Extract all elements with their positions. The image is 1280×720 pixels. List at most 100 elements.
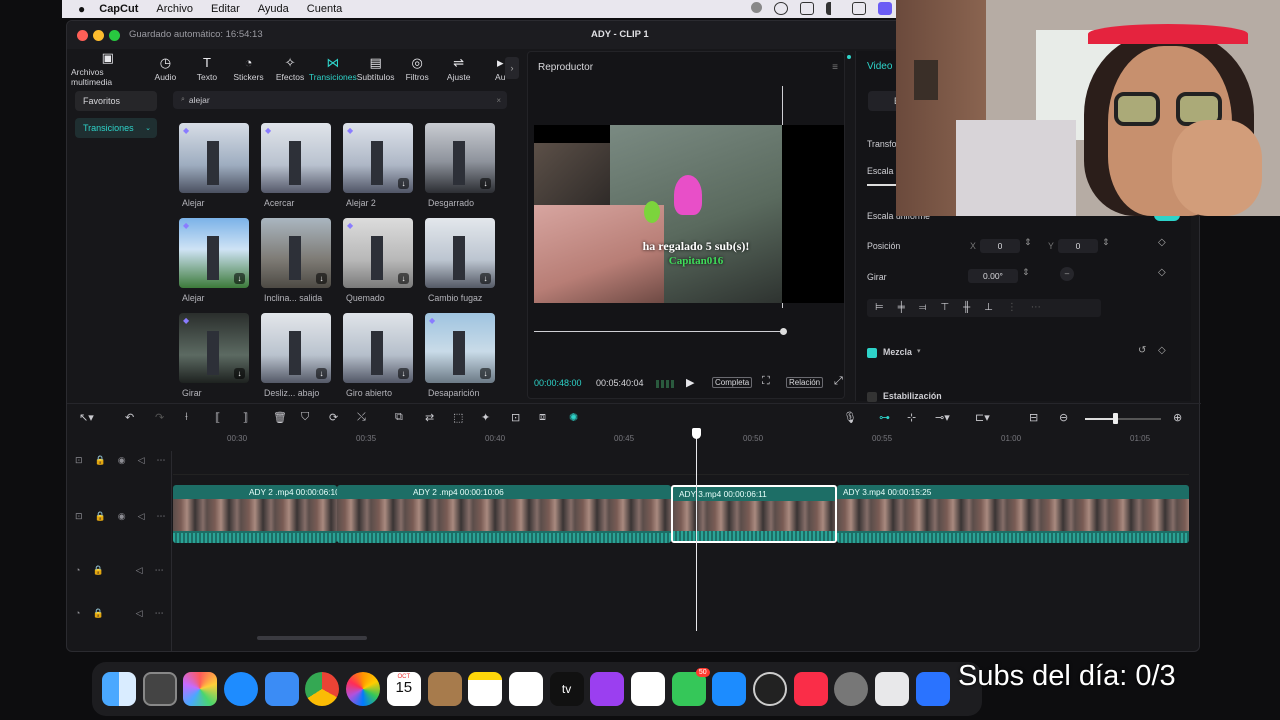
menu-archivo[interactable]: Archivo xyxy=(156,3,193,15)
transition-thumbnail[interactable]: ◆ ↓ xyxy=(425,313,495,383)
launchpad-icon[interactable] xyxy=(183,672,218,706)
microphone-icon[interactable]: 🎙 xyxy=(843,411,857,424)
display-icon[interactable] xyxy=(852,2,866,15)
fullscreen-icon[interactable]: ⤢ xyxy=(834,375,843,388)
transition-card[interactable]: ↓ Giro abierto xyxy=(343,313,413,398)
toolbar-tab-transitions[interactable]: ⋈ Transiciones xyxy=(309,51,357,87)
apple-tv-icon[interactable]: tv xyxy=(549,672,584,706)
speed-icon[interactable]: ⤯ xyxy=(357,411,366,424)
crop-icon[interactable]: ⟳ xyxy=(329,411,338,424)
vpn-icon[interactable] xyxy=(800,2,814,15)
fit-icon[interactable]: ⊟ xyxy=(1029,411,1038,424)
play-button[interactable]: ▶ xyxy=(686,376,694,389)
position-x-input[interactable]: 0 xyxy=(980,239,1020,253)
transition-card[interactable]: ◆ Acercar xyxy=(261,123,331,208)
download-icon[interactable]: ↓ xyxy=(316,368,327,379)
linkage-icon[interactable]: ⊸▾ xyxy=(935,411,950,424)
preview-axis-icon[interactable]: ⊏▾ xyxy=(975,411,990,424)
audio-track-icon[interactable]: ◔ xyxy=(75,608,80,618)
close-window-button[interactable] xyxy=(77,30,88,41)
x-stepper-icon[interactable]: ⇕ xyxy=(1024,237,1032,248)
transition-thumbnail[interactable]: ↓ xyxy=(261,313,331,383)
timeline-clip[interactable]: ADY 2 .mp4 00:00:06:10 xyxy=(173,485,337,543)
sidebar-item-transitions[interactable]: Transiciones ⌄ xyxy=(75,118,157,138)
transition-thumbnail[interactable]: ◆ ↓ xyxy=(343,218,413,288)
toolbar-tab-media[interactable]: ▣ Archivos multimedia xyxy=(71,51,145,88)
zoom-slider-handle[interactable] xyxy=(1113,413,1118,424)
mute-icon[interactable]: ◁ xyxy=(138,511,145,522)
photos-icon[interactable] xyxy=(346,672,381,706)
blend-chevron-icon[interactable]: ▾ xyxy=(917,347,921,355)
menu-editar[interactable]: Editar xyxy=(211,3,240,15)
playhead-handle[interactable] xyxy=(692,428,701,439)
blend-checkbox[interactable] xyxy=(867,348,877,358)
obs-icon[interactable] xyxy=(753,672,787,706)
music-icon[interactable] xyxy=(793,672,828,706)
rotate-stepper-icon[interactable]: ⇕ xyxy=(1022,267,1030,278)
transition-thumbnail[interactable]: ◆ ↓ xyxy=(179,313,249,383)
caption-icon[interactable]: ⊡ xyxy=(511,411,520,424)
transition-thumbnail[interactable]: ◆ xyxy=(261,123,331,193)
transition-thumbnail[interactable]: ◆ ↓ xyxy=(343,123,413,193)
timeline-clip[interactable]: ADY 3.mp4 00:00:15:25 xyxy=(837,485,1189,543)
align-right-icon[interactable]: ⫤ xyxy=(919,302,927,314)
download-icon[interactable]: ↓ xyxy=(316,273,327,284)
download-icon[interactable]: ↓ xyxy=(398,273,409,284)
cover-icon[interactable]: ⊡ xyxy=(75,455,83,466)
split-left-icon[interactable]: ⟦ xyxy=(215,411,220,424)
minimize-window-button[interactable] xyxy=(93,30,104,41)
search-input[interactable]: ⌕ alejar × xyxy=(173,91,507,109)
notes-icon[interactable] xyxy=(468,672,503,706)
align-left-icon[interactable]: ⊨ xyxy=(875,302,884,314)
align-center-v-icon[interactable]: ╫ xyxy=(963,302,970,314)
calculator-icon[interactable] xyxy=(142,672,177,706)
transition-card[interactable]: ◆ ↓ Quemado xyxy=(343,218,413,303)
transition-card[interactable]: ↓ Cambio fugaz xyxy=(425,218,495,303)
download-icon[interactable]: ↓ xyxy=(398,178,409,189)
timeline-ruler[interactable]: 00:30 00:35 00:40 00:45 00:50 00:55 01:00 01:05 xyxy=(171,431,1201,451)
transition-card[interactable]: ◆ ↓ Desaparición xyxy=(425,313,495,398)
transition-thumbnail[interactable]: ↓ xyxy=(261,218,331,288)
sidebar-item-favorites[interactable]: Favoritos xyxy=(75,91,157,111)
ratio-button[interactable]: Relación xyxy=(786,377,824,388)
eye-icon[interactable]: ◉ xyxy=(118,455,126,466)
toolbar-tab-filters[interactable]: ◎ Filtros xyxy=(396,51,438,87)
messages-icon[interactable]: 50 xyxy=(671,668,710,706)
toolbar-tab-adjust[interactable]: ⇌ Ajuste xyxy=(438,51,480,87)
podcasts-icon[interactable] xyxy=(590,672,625,706)
split-right-icon[interactable]: ⟧ xyxy=(243,411,248,424)
scale-slider[interactable] xyxy=(867,184,897,186)
mute-icon[interactable]: ◁ xyxy=(138,455,145,466)
record-icon[interactable] xyxy=(751,2,762,13)
toolbar-tab-sticker[interactable]: ◔ Stickers xyxy=(228,51,270,87)
download-icon[interactable]: ↓ xyxy=(234,368,245,379)
toolbar-tab-effects[interactable]: ✧ Efectos xyxy=(269,51,311,87)
toolbar-tab-text[interactable]: T Texto xyxy=(186,51,228,87)
reset-icon[interactable]: ↺ xyxy=(1138,345,1146,356)
reminders-icon[interactable] xyxy=(630,672,665,706)
transition-thumbnail[interactable]: ↓ xyxy=(425,218,495,288)
menu-icon[interactable]: ≡ xyxy=(832,62,838,73)
download-icon[interactable]: ↓ xyxy=(480,273,491,284)
toolbar-tab-audio[interactable]: ◷ Audio xyxy=(145,51,187,87)
menu-cuenta[interactable]: Cuenta xyxy=(307,3,342,15)
creative-cloud-icon[interactable] xyxy=(774,2,788,15)
clear-search-icon[interactable]: × xyxy=(496,96,501,105)
freeze-icon[interactable]: ⧉ xyxy=(395,411,403,424)
chrome-icon[interactable] xyxy=(305,672,340,706)
rotate-input[interactable]: 0.00° xyxy=(968,269,1018,283)
playhead[interactable] xyxy=(696,429,697,631)
download-icon[interactable]: ↓ xyxy=(398,368,409,379)
contacts-icon[interactable] xyxy=(427,672,462,706)
magic-icon[interactable]: ✦ xyxy=(481,411,490,424)
lock-icon[interactable]: 🔒 xyxy=(95,511,106,522)
menu-ayuda[interactable]: Ayuda xyxy=(258,3,289,15)
safari-icon[interactable] xyxy=(224,672,259,706)
rotate-keyframe-icon[interactable]: ◇ xyxy=(1158,267,1166,278)
finder-icon[interactable] xyxy=(102,672,136,706)
full-quality-button[interactable]: Completa xyxy=(712,377,753,388)
delete-icon[interactable]: 🗑 xyxy=(273,411,287,424)
audio-track-icon[interactable]: ◔ xyxy=(75,565,80,575)
transition-card[interactable]: ◆ ↓ Girar xyxy=(179,313,249,398)
distribute-v-icon[interactable]: ⋯ xyxy=(1031,302,1041,314)
